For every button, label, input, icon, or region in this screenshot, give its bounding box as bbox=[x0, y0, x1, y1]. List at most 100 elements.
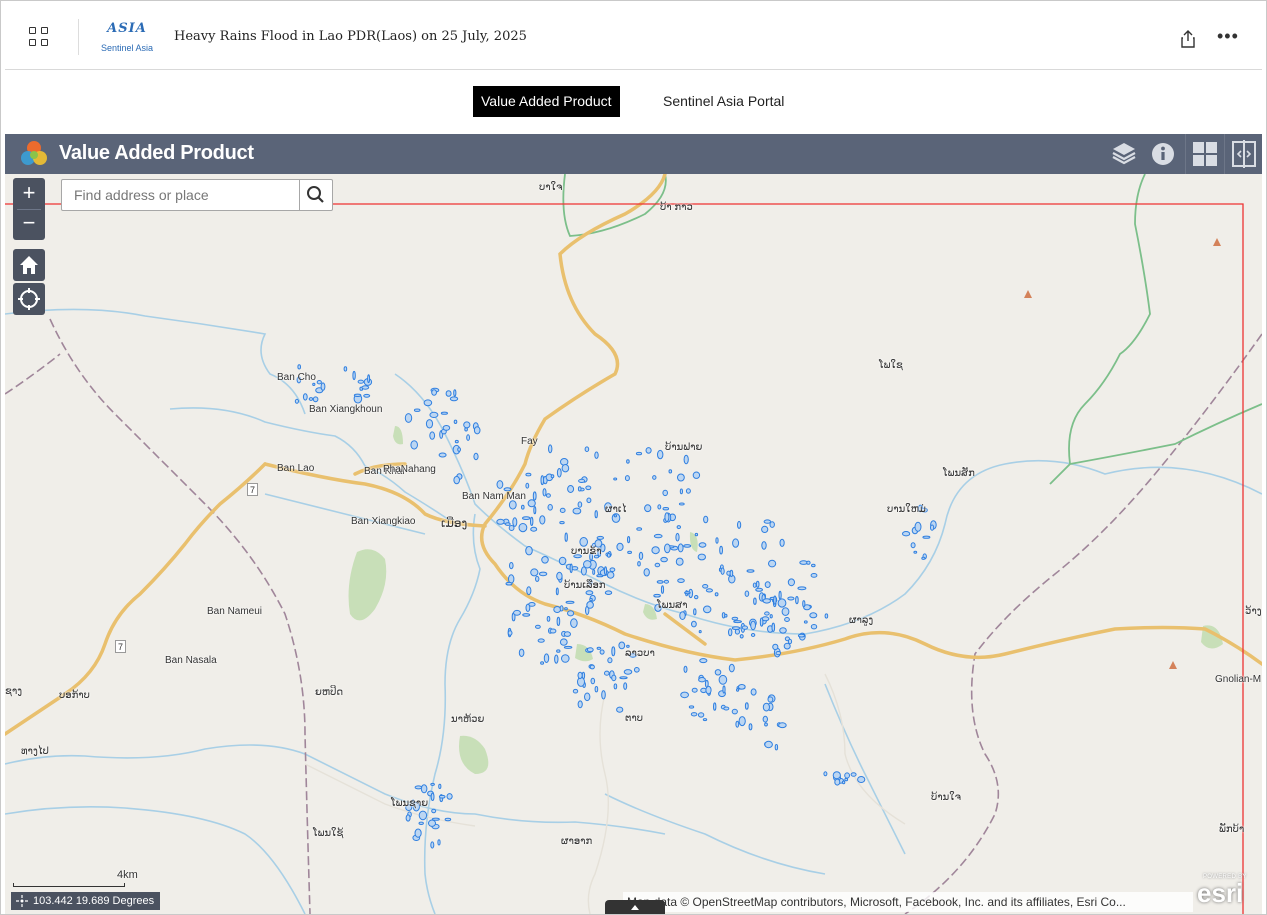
flood-polygon[interactable] bbox=[922, 535, 931, 539]
flood-polygon[interactable] bbox=[719, 545, 723, 555]
flood-polygon[interactable] bbox=[702, 584, 709, 589]
flood-polygon[interactable] bbox=[664, 512, 670, 523]
flood-polygon[interactable] bbox=[735, 720, 740, 728]
flood-polygon[interactable] bbox=[584, 692, 591, 702]
flood-polygon[interactable] bbox=[698, 630, 702, 634]
flood-polygon[interactable] bbox=[530, 516, 534, 526]
flood-polygon[interactable] bbox=[679, 488, 684, 495]
flood-polygon[interactable] bbox=[438, 783, 442, 790]
flood-polygon[interactable] bbox=[577, 671, 583, 680]
flood-polygon[interactable] bbox=[413, 408, 421, 412]
flood-polygon[interactable] bbox=[913, 550, 918, 554]
flood-polygon[interactable] bbox=[604, 590, 613, 596]
coordinate-readout[interactable]: 103.442 19.689 Degrees bbox=[11, 892, 161, 910]
flood-polygon[interactable] bbox=[592, 569, 596, 575]
flood-polygon[interactable] bbox=[676, 525, 681, 530]
flood-polygon[interactable] bbox=[764, 611, 770, 616]
flood-polygon[interactable] bbox=[718, 674, 728, 685]
flood-polygon[interactable] bbox=[559, 507, 566, 513]
flood-polygon[interactable] bbox=[563, 645, 573, 649]
flood-polygon[interactable] bbox=[505, 581, 513, 586]
flood-polygon[interactable] bbox=[518, 523, 528, 533]
flood-polygon[interactable] bbox=[594, 510, 598, 519]
flood-polygon[interactable] bbox=[418, 810, 428, 821]
flood-polygon[interactable] bbox=[802, 600, 806, 608]
flood-polygon[interactable] bbox=[668, 469, 673, 474]
flood-polygon[interactable] bbox=[509, 562, 514, 570]
flood-polygon[interactable] bbox=[662, 489, 669, 497]
flood-polygon[interactable] bbox=[418, 821, 424, 825]
flood-polygon[interactable] bbox=[535, 624, 541, 629]
flood-polygon[interactable] bbox=[578, 478, 586, 483]
flood-polygon[interactable] bbox=[769, 521, 775, 528]
flood-polygon[interactable] bbox=[414, 828, 422, 838]
flood-polygon[interactable] bbox=[633, 667, 640, 673]
flood-polygon[interactable] bbox=[844, 777, 849, 782]
flood-polygon[interactable] bbox=[723, 706, 730, 711]
flood-polygon[interactable] bbox=[611, 646, 616, 657]
flood-polygon[interactable] bbox=[764, 722, 768, 727]
flood-polygon[interactable] bbox=[542, 488, 547, 497]
flood-polygon[interactable] bbox=[611, 674, 617, 682]
flood-polygon[interactable] bbox=[559, 521, 565, 525]
flood-polygon[interactable] bbox=[697, 712, 705, 718]
flood-polygon[interactable] bbox=[691, 620, 697, 628]
flood-polygon[interactable] bbox=[540, 475, 545, 486]
flood-polygon[interactable] bbox=[914, 521, 922, 532]
flood-polygon[interactable] bbox=[559, 605, 564, 612]
flood-polygon[interactable] bbox=[312, 396, 319, 403]
flood-polygon[interactable] bbox=[644, 504, 652, 513]
flood-polygon[interactable] bbox=[675, 557, 684, 566]
tab-sentinel-asia-portal[interactable]: Sentinel Asia Portal bbox=[655, 86, 792, 117]
flood-polygon[interactable] bbox=[753, 597, 757, 605]
flood-polygon[interactable] bbox=[652, 475, 657, 480]
flood-polygon[interactable] bbox=[692, 471, 701, 479]
flood-polygon[interactable] bbox=[589, 664, 595, 670]
flood-polygon[interactable] bbox=[556, 571, 563, 581]
flood-polygon[interactable] bbox=[744, 590, 750, 597]
flood-polygon[interactable] bbox=[857, 776, 866, 783]
flood-polygon[interactable] bbox=[549, 628, 557, 634]
flood-polygon[interactable] bbox=[603, 566, 608, 576]
flood-polygon[interactable] bbox=[773, 595, 777, 605]
flood-polygon[interactable] bbox=[654, 562, 661, 568]
flood-polygon[interactable] bbox=[769, 614, 773, 619]
flood-polygon[interactable] bbox=[781, 607, 790, 616]
flood-polygon[interactable] bbox=[645, 447, 652, 454]
flood-polygon[interactable] bbox=[430, 792, 435, 801]
flood-polygon[interactable] bbox=[762, 715, 768, 723]
flood-polygon[interactable] bbox=[532, 491, 537, 501]
flood-polygon[interactable] bbox=[678, 502, 685, 506]
flood-polygon[interactable] bbox=[589, 597, 593, 602]
flood-polygon[interactable] bbox=[764, 581, 771, 589]
flood-polygon[interactable] bbox=[609, 567, 616, 573]
flood-polygon[interactable] bbox=[824, 613, 829, 619]
flood-polygon[interactable] bbox=[636, 527, 643, 531]
flood-polygon[interactable] bbox=[738, 716, 746, 727]
flood-polygon[interactable] bbox=[518, 648, 525, 657]
flood-polygon[interactable] bbox=[724, 613, 728, 618]
flood-polygon[interactable] bbox=[774, 744, 779, 751]
flood-polygon[interactable] bbox=[594, 686, 599, 693]
map-view[interactable]: 7 7 ບາໃຈ ບ້າ ກາວ ໂພໃຊ Ban Cho Ban Xiangk… bbox=[5, 174, 1262, 914]
flood-polygon[interactable] bbox=[627, 550, 632, 554]
flood-polygon[interactable] bbox=[755, 580, 760, 588]
flood-polygon[interactable] bbox=[741, 625, 749, 630]
flood-polygon[interactable] bbox=[584, 446, 590, 453]
flood-polygon[interactable] bbox=[844, 772, 850, 779]
flood-polygon[interactable] bbox=[530, 526, 538, 532]
flood-polygon[interactable] bbox=[635, 451, 643, 456]
flood-polygon[interactable] bbox=[579, 537, 589, 547]
flood-polygon[interactable] bbox=[586, 497, 592, 504]
flood-polygon[interactable] bbox=[425, 419, 434, 429]
flood-polygon[interactable] bbox=[834, 778, 841, 786]
flood-polygon[interactable] bbox=[449, 396, 459, 402]
info-icon[interactable] bbox=[1144, 134, 1182, 174]
flood-polygon[interactable] bbox=[772, 643, 779, 651]
flood-polygon[interactable] bbox=[561, 654, 570, 663]
flood-polygon[interactable] bbox=[445, 390, 452, 397]
flood-polygon[interactable] bbox=[832, 771, 841, 780]
flood-polygon[interactable] bbox=[663, 579, 670, 584]
flood-polygon[interactable] bbox=[653, 593, 661, 598]
flood-polygon[interactable] bbox=[613, 514, 618, 518]
